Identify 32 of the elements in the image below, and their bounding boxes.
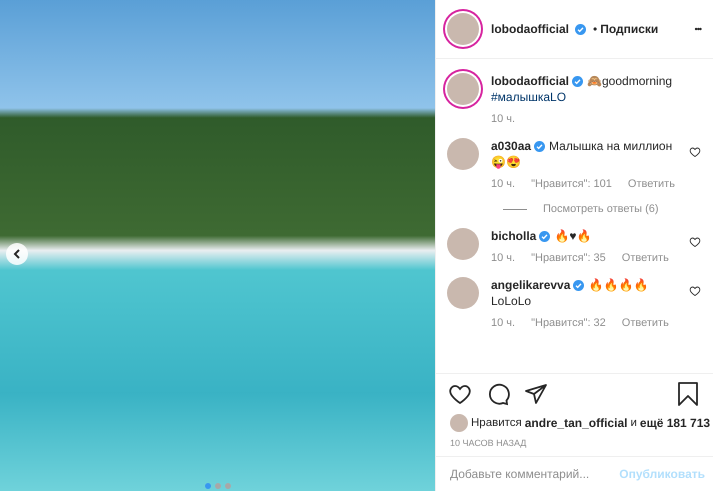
send-icon[interactable] — [524, 382, 548, 406]
comment-text: 🔥♥🔥 — [554, 228, 592, 244]
username[interactable]: a030aa — [491, 138, 532, 154]
like-icon[interactable] — [448, 382, 472, 406]
post-date: 10 ЧАСОВ НАЗАД — [449, 437, 528, 450]
username[interactable]: lobodaofficial — [491, 22, 569, 36]
likes-total[interactable]: ещё 181 713 — [640, 416, 710, 430]
comment-text: Малышка на миллион — [549, 138, 672, 154]
following-button[interactable]: Подписки — [600, 22, 658, 36]
hashtag-link[interactable]: #малышкаLO — [491, 89, 566, 105]
bookmark-icon[interactable] — [677, 382, 699, 406]
comment-icon[interactable] — [486, 382, 510, 406]
previous-button[interactable] — [6, 243, 28, 265]
comment-time: 10 ч. — [491, 178, 516, 190]
username[interactable]: lobodaofficial — [491, 73, 569, 89]
avatar[interactable] — [447, 73, 479, 105]
comment-text: 🔥🔥🔥🔥 — [588, 277, 648, 293]
comment-time: 10 ч. — [491, 252, 516, 264]
chevron-left-icon — [13, 249, 21, 259]
username[interactable]: angelikarevva — [491, 277, 570, 293]
post-time: 10 ч. — [491, 113, 516, 125]
comment-text: LoLoLo — [491, 293, 532, 309]
more-button[interactable]: ••• — [694, 24, 701, 34]
separator: • — [593, 22, 598, 36]
caption-text: 🙈goodmorning — [587, 73, 672, 89]
likes-label: и — [630, 417, 637, 429]
comment-time: 10 ч. — [491, 317, 516, 329]
username[interactable]: bicholla — [491, 228, 536, 244]
username[interactable]: andre_tan_official — [524, 416, 628, 430]
comment-text: 😜😍 — [491, 154, 521, 170]
avatar[interactable] — [447, 13, 479, 45]
likes-label: Нравится — [471, 417, 522, 429]
